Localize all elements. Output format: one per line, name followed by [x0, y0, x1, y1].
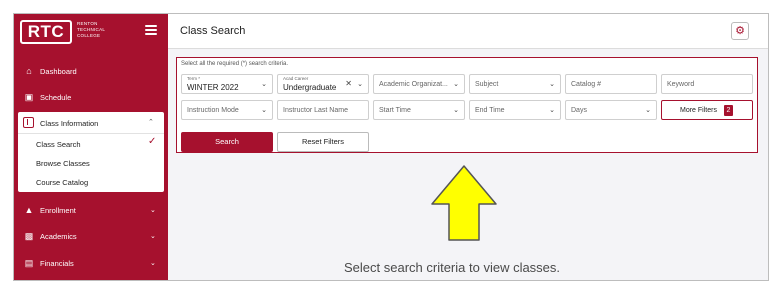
days-placeholder: Days — [571, 107, 587, 114]
chevron-up-icon: ⌃ — [148, 119, 154, 126]
start-time-select[interactable]: Start Time ⌄ — [373, 100, 465, 120]
sidebar-item-label: Schedule — [40, 92, 72, 102]
more-filters-button[interactable]: More Filters 2 — [661, 100, 753, 120]
sidebar-item-enrollment[interactable]: ▲ Enrollment ⌄ — [14, 197, 168, 223]
academics-icon: ▩ — [24, 231, 34, 241]
sidebar-item-label: Enrollment — [40, 205, 76, 215]
term-label: Term * — [187, 76, 201, 81]
sidebar-item-class-information[interactable]: Class Information ⌃ — [18, 112, 164, 134]
chevron-down-icon: ⌄ — [261, 81, 267, 88]
criteria-note: Select all the required (*) search crite… — [181, 61, 289, 67]
chevron-down-icon: ⌄ — [150, 207, 156, 214]
empty-state-message: Select search criteria to view classes. — [344, 260, 561, 275]
end-time-placeholder: End Time — [475, 107, 505, 114]
sidebar-item-label: Academics — [40, 231, 77, 241]
app-frame: RTC RENTON TECHNICAL COLLEGE ⌂ Dashboard… — [13, 13, 769, 281]
sidebar-item-label: Dashboard — [40, 66, 77, 76]
chevron-down-icon: ⌄ — [150, 260, 156, 267]
filter-count-badge: 2 — [724, 105, 733, 116]
term-value: WINTER 2022 — [187, 83, 239, 92]
acad-career-select[interactable]: Acad Career Undergraduate ✕ ⌄ — [277, 74, 369, 94]
days-select[interactable]: Days ⌄ — [565, 100, 657, 120]
chevron-down-icon: ⌄ — [453, 107, 459, 114]
logo-line-3: COLLEGE — [77, 33, 101, 38]
instruction-mode-select[interactable]: Instruction Mode ⌄ — [181, 100, 273, 120]
chevron-down-icon: ⌄ — [453, 81, 459, 88]
logo[interactable]: RTC — [20, 20, 72, 44]
chevron-down-icon: ⌄ — [645, 107, 651, 114]
financials-icon: ▤ — [24, 258, 34, 268]
check-icon: ✓ — [148, 136, 157, 147]
close-icon[interactable]: ✕ — [345, 79, 352, 88]
search-criteria-panel: Select all the required (*) search crite… — [176, 57, 758, 153]
start-time-placeholder: Start Time — [379, 107, 411, 114]
chevron-down-icon: ⌄ — [150, 233, 156, 240]
calendar-icon: ▣ — [24, 92, 34, 102]
header: Class Search ⚙ — [168, 14, 768, 49]
page-title: Class Search — [180, 25, 246, 37]
sidebar-item-schedule[interactable]: ▣ Schedule — [14, 84, 168, 110]
instructor-last-name-input[interactable]: Instructor Last Name — [277, 100, 369, 120]
career-label: Acad Career — [283, 76, 309, 81]
career-value: Undergraduate — [283, 83, 337, 92]
chevron-down-icon: ⌄ — [549, 107, 555, 114]
more-filters-label: More Filters — [680, 107, 717, 114]
subject-select[interactable]: Subject ⌄ — [469, 74, 561, 94]
sidebar-item-label: Class Information — [40, 119, 99, 128]
term-select[interactable]: Term * WINTER 2022 ⌄ — [181, 74, 273, 94]
sidebar-item-label: Financials — [40, 258, 74, 268]
gear-icon[interactable]: ⚙ — [731, 22, 749, 40]
sidebar-subitem-class-search[interactable]: Class Search — [36, 140, 81, 149]
instructor-placeholder: Instructor Last Name — [283, 107, 348, 114]
sidebar-subitem-course-catalog[interactable]: Course Catalog — [36, 178, 88, 187]
search-button[interactable]: Search — [181, 132, 273, 152]
reset-filters-button[interactable]: Reset Filters — [277, 132, 369, 152]
catalog-number-input[interactable]: Catalog # — [565, 74, 657, 94]
keyword-placeholder: Keyword — [667, 81, 695, 88]
catalog-placeholder: Catalog # — [571, 81, 601, 88]
class-information-menu: Class Information ⌃ Class Search ✓ Brows… — [18, 112, 164, 192]
sidebar-item-financials[interactable]: ▤ Financials ⌄ — [14, 250, 168, 276]
end-time-select[interactable]: End Time ⌄ — [469, 100, 561, 120]
sidebar-item-academics[interactable]: ▩ Academics ⌄ — [14, 223, 168, 249]
home-icon: ⌂ — [26, 66, 32, 76]
graduation-cap-icon: ▲ — [24, 205, 34, 215]
keyword-input[interactable]: Keyword — [661, 74, 753, 94]
class-info-icon — [23, 117, 34, 128]
chevron-down-icon: ⌄ — [357, 81, 363, 88]
up-arrow-annotation — [431, 165, 497, 241]
chevron-down-icon: ⌄ — [549, 81, 555, 88]
instruction-mode-placeholder: Instruction Mode — [187, 107, 239, 114]
chevron-down-icon: ⌄ — [261, 107, 267, 114]
sidebar-item-dashboard[interactable]: ⌂ Dashboard — [14, 58, 168, 84]
academic-organization-select[interactable]: Academic Organizat... ⌄ — [373, 74, 465, 94]
brand: RTC RENTON TECHNICAL COLLEGE — [14, 14, 168, 49]
sidebar-subitem-browse-classes[interactable]: Browse Classes — [36, 159, 90, 168]
sidebar: RTC RENTON TECHNICAL COLLEGE ⌂ Dashboard… — [14, 14, 168, 280]
logo-subtitle: RENTON TECHNICAL COLLEGE — [77, 21, 117, 39]
subject-placeholder: Subject — [475, 81, 499, 88]
menu-icon[interactable] — [145, 25, 157, 35]
academic-org-placeholder: Academic Organizat... — [379, 81, 448, 88]
